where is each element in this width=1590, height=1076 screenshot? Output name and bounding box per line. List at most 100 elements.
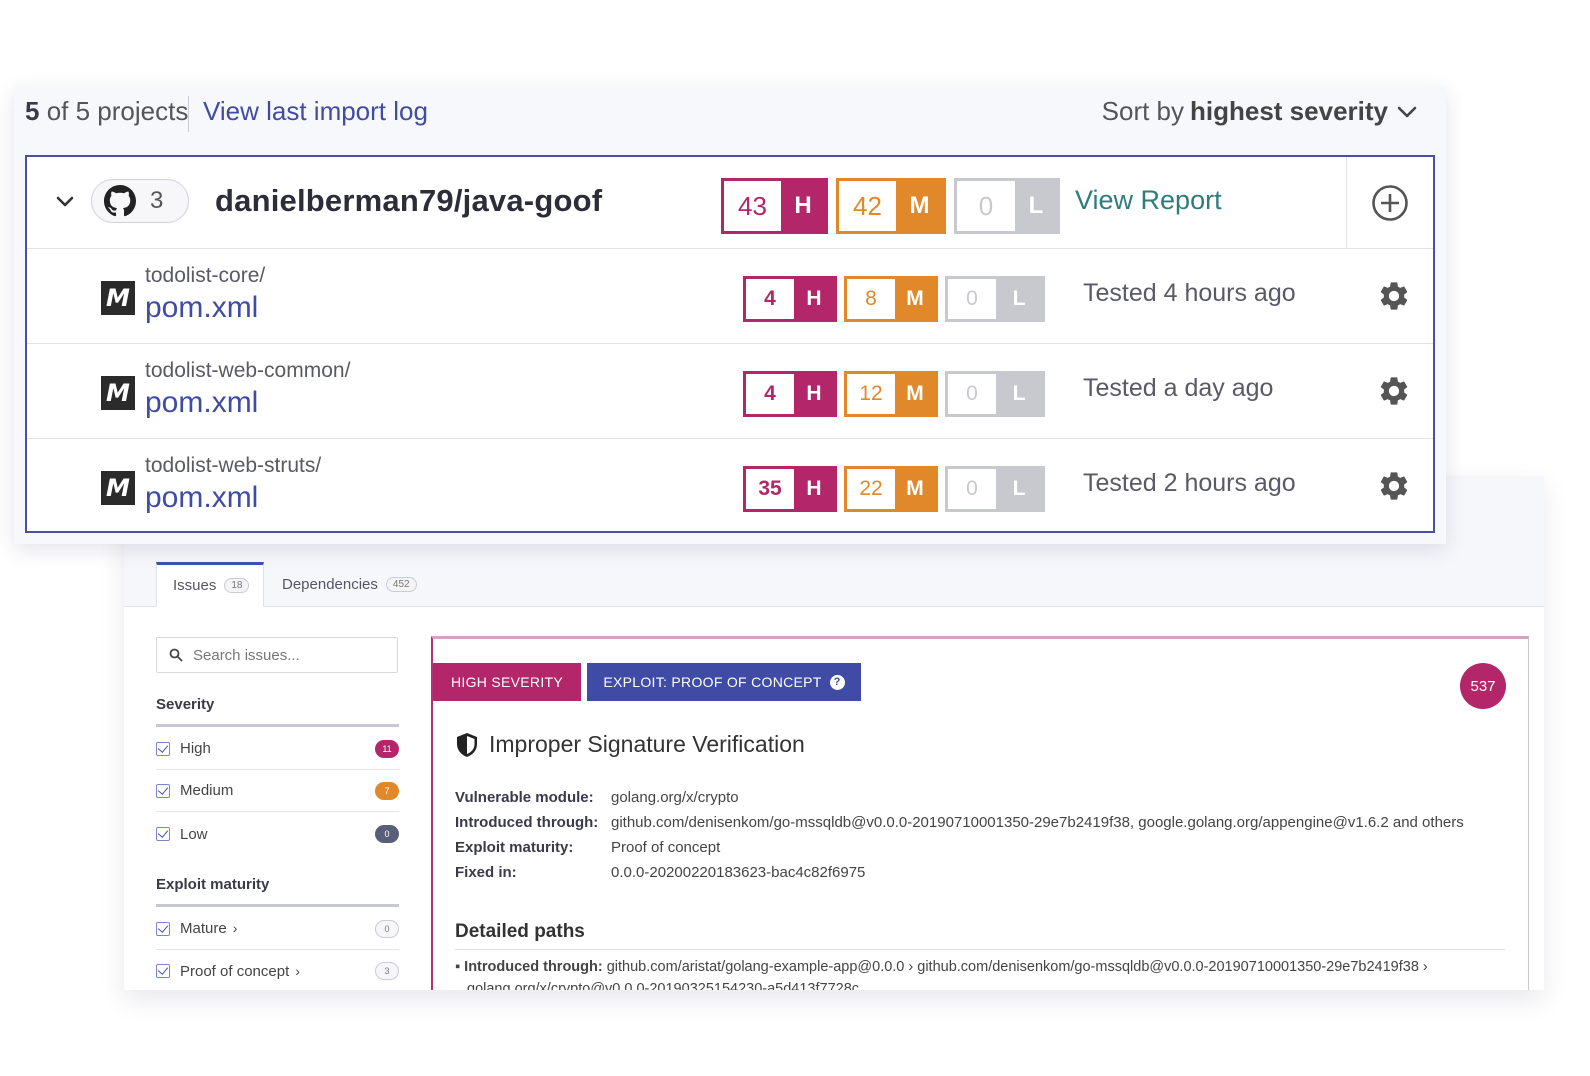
vulnerability-meta: Vulnerable module: golang.org/x/crypto I… (455, 785, 1464, 885)
divider (188, 96, 189, 132)
chevron-down-icon[interactable] (53, 189, 77, 213)
github-badge: 3 (91, 179, 189, 223)
medium-count-badge: 42 M (836, 178, 946, 234)
filter-mature[interactable]: Mature › 0 (156, 908, 399, 950)
filter-medium[interactable]: Medium 7 (156, 770, 399, 812)
filter-low[interactable]: Low 0 (156, 813, 399, 855)
low-letter: L (996, 469, 1042, 509)
project-row: M todolist-core/ pom.xml 4 H 8 M 0 L Tes… (27, 249, 1433, 344)
projects-card: 5 of 5 projects View last import log Sor… (14, 86, 1446, 544)
meta-value: Proof of concept (611, 839, 721, 856)
meta-value: github.com/denisenkom/go-mssqldb@v0.0.0-… (611, 814, 1464, 831)
help-icon[interactable]: ? (829, 674, 845, 690)
high-count: 4 (746, 279, 794, 319)
project-directory: todolist-core/ (145, 264, 266, 287)
project-row: M todolist-web-common/ pom.xml 4 H 12 M … (27, 344, 1433, 439)
exploit-badge: EXPLOIT: PROOF OF CONCEPT ? (587, 663, 861, 701)
meta-row: Fixed in: 0.0.0-20200220183623-bac4c82f6… (455, 860, 1464, 885)
add-project-button[interactable] (1346, 157, 1433, 249)
exploit-badge-label: EXPLOIT: PROOF OF CONCEPT (603, 674, 822, 690)
chevron-right-icon: › (295, 962, 300, 979)
filter-label: Medium (180, 782, 234, 799)
bullet-icon: ▪ (455, 959, 465, 975)
tested-timestamp: Tested 2 hours ago (1083, 469, 1296, 497)
view-import-log-link[interactable]: View last import log (203, 96, 428, 127)
meta-row: Introduced through: github.com/denisenko… (455, 810, 1464, 835)
view-report-link[interactable]: View Report (1075, 185, 1222, 216)
checkbox-checked-icon[interactable] (156, 827, 170, 841)
issues-card: Issues 18 Dependencies 452 Search issues… (124, 476, 1544, 990)
checkbox-checked-icon[interactable] (156, 964, 170, 978)
low-count-badge: 0 L (945, 466, 1045, 512)
low-count: 0 (948, 469, 996, 509)
repo-row: 3 danielberman79/java-goof 43 H 42 M 0 L… (27, 157, 1433, 249)
medium-count: 22 (847, 469, 895, 509)
maven-icon: M (101, 471, 135, 505)
gear-icon[interactable] (1377, 279, 1411, 313)
medium-count-badge: 12 M (844, 371, 938, 417)
project-file-link[interactable]: pom.xml (145, 481, 258, 515)
project-file-link[interactable]: pom.xml (145, 291, 258, 325)
github-icon (104, 185, 136, 217)
tab-issues-label: Issues (173, 577, 217, 594)
medium-letter: M (896, 181, 943, 231)
severity-filter-title: Severity (156, 696, 215, 713)
project-row: M todolist-web-struts/ pom.xml 35 H 22 M… (27, 439, 1433, 534)
plus-circle-icon (1372, 185, 1408, 221)
priority-score: 537 (1460, 663, 1506, 709)
project-count: 5 of 5 projects (25, 96, 188, 127)
meta-row: Exploit maturity: Proof of concept (455, 835, 1464, 860)
search-issues-input[interactable]: Search issues... (156, 637, 398, 673)
high-count-badge: 43 H (721, 178, 828, 234)
meta-value: golang.org/x/crypto (611, 789, 739, 806)
checkbox-checked-icon[interactable] (156, 921, 170, 936)
gear-icon[interactable] (1377, 469, 1411, 503)
projects-table: 3 danielberman79/java-goof 43 H 42 M 0 L… (25, 155, 1435, 533)
sort-dropdown[interactable]: Sort by highest severity (1102, 96, 1420, 127)
path-label: Introduced through: (464, 959, 603, 975)
high-letter: H (794, 469, 834, 509)
tab-dependencies[interactable]: Dependencies 452 (266, 562, 433, 606)
divider (455, 949, 1505, 950)
chevron-down-icon (1397, 106, 1417, 117)
detailed-path-continued: golang.org/x/crypto@v0.0.0-2019032515423… (467, 981, 860, 990)
project-file-link[interactable]: pom.xml (145, 386, 258, 420)
meta-value: 0.0.0-20200220183623-bac4c82f6975 (611, 864, 866, 881)
medium-count-badge: 8 M (844, 276, 938, 322)
low-count-badge: 0 L (954, 178, 1060, 234)
tab-dependencies-label: Dependencies (282, 575, 378, 593)
high-letter: H (794, 374, 834, 414)
filter-high[interactable]: High 11 (156, 728, 399, 770)
low-letter: L (1015, 181, 1057, 231)
detailed-path: ▪ Introduced through: github.com/aristat… (455, 959, 1428, 975)
tested-timestamp: Tested 4 hours ago (1083, 279, 1296, 307)
repo-name[interactable]: danielberman79/java-goof (215, 183, 602, 219)
count-badge: 7 (375, 781, 399, 800)
checkbox-checked-icon[interactable] (156, 741, 170, 756)
vulnerability-title: Improper Signature Verification (455, 731, 805, 758)
low-count-badge: 0 L (945, 276, 1045, 322)
filter-label: Low (180, 825, 208, 843)
divider (156, 904, 399, 907)
medium-letter: M (895, 374, 935, 414)
tab-issues[interactable]: Issues 18 (156, 562, 264, 607)
github-project-count: 3 (150, 187, 164, 214)
low-letter: L (996, 374, 1042, 414)
high-count-badge: 35 H (743, 466, 837, 512)
tested-timestamp: Tested a day ago (1083, 374, 1274, 402)
high-count: 35 (746, 469, 794, 509)
severity-counts: 43 H 42 M 0 L (721, 178, 1060, 234)
low-count: 0 (957, 181, 1015, 231)
filter-label: High (180, 740, 211, 757)
high-severity-badge: HIGH SEVERITY (433, 663, 581, 701)
medium-letter: M (895, 279, 935, 319)
checkbox-checked-icon[interactable] (156, 783, 170, 798)
tab-dependencies-count: 452 (385, 576, 417, 592)
high-letter: H (794, 279, 834, 319)
filter-proof-of-concept[interactable]: Proof of concept › 3 (156, 950, 399, 990)
count-badge: 11 (375, 739, 399, 758)
high-count-badge: 4 H (743, 276, 837, 322)
medium-letter: M (895, 469, 935, 509)
gear-icon[interactable] (1377, 374, 1411, 408)
count-badge: 0 (375, 919, 399, 938)
